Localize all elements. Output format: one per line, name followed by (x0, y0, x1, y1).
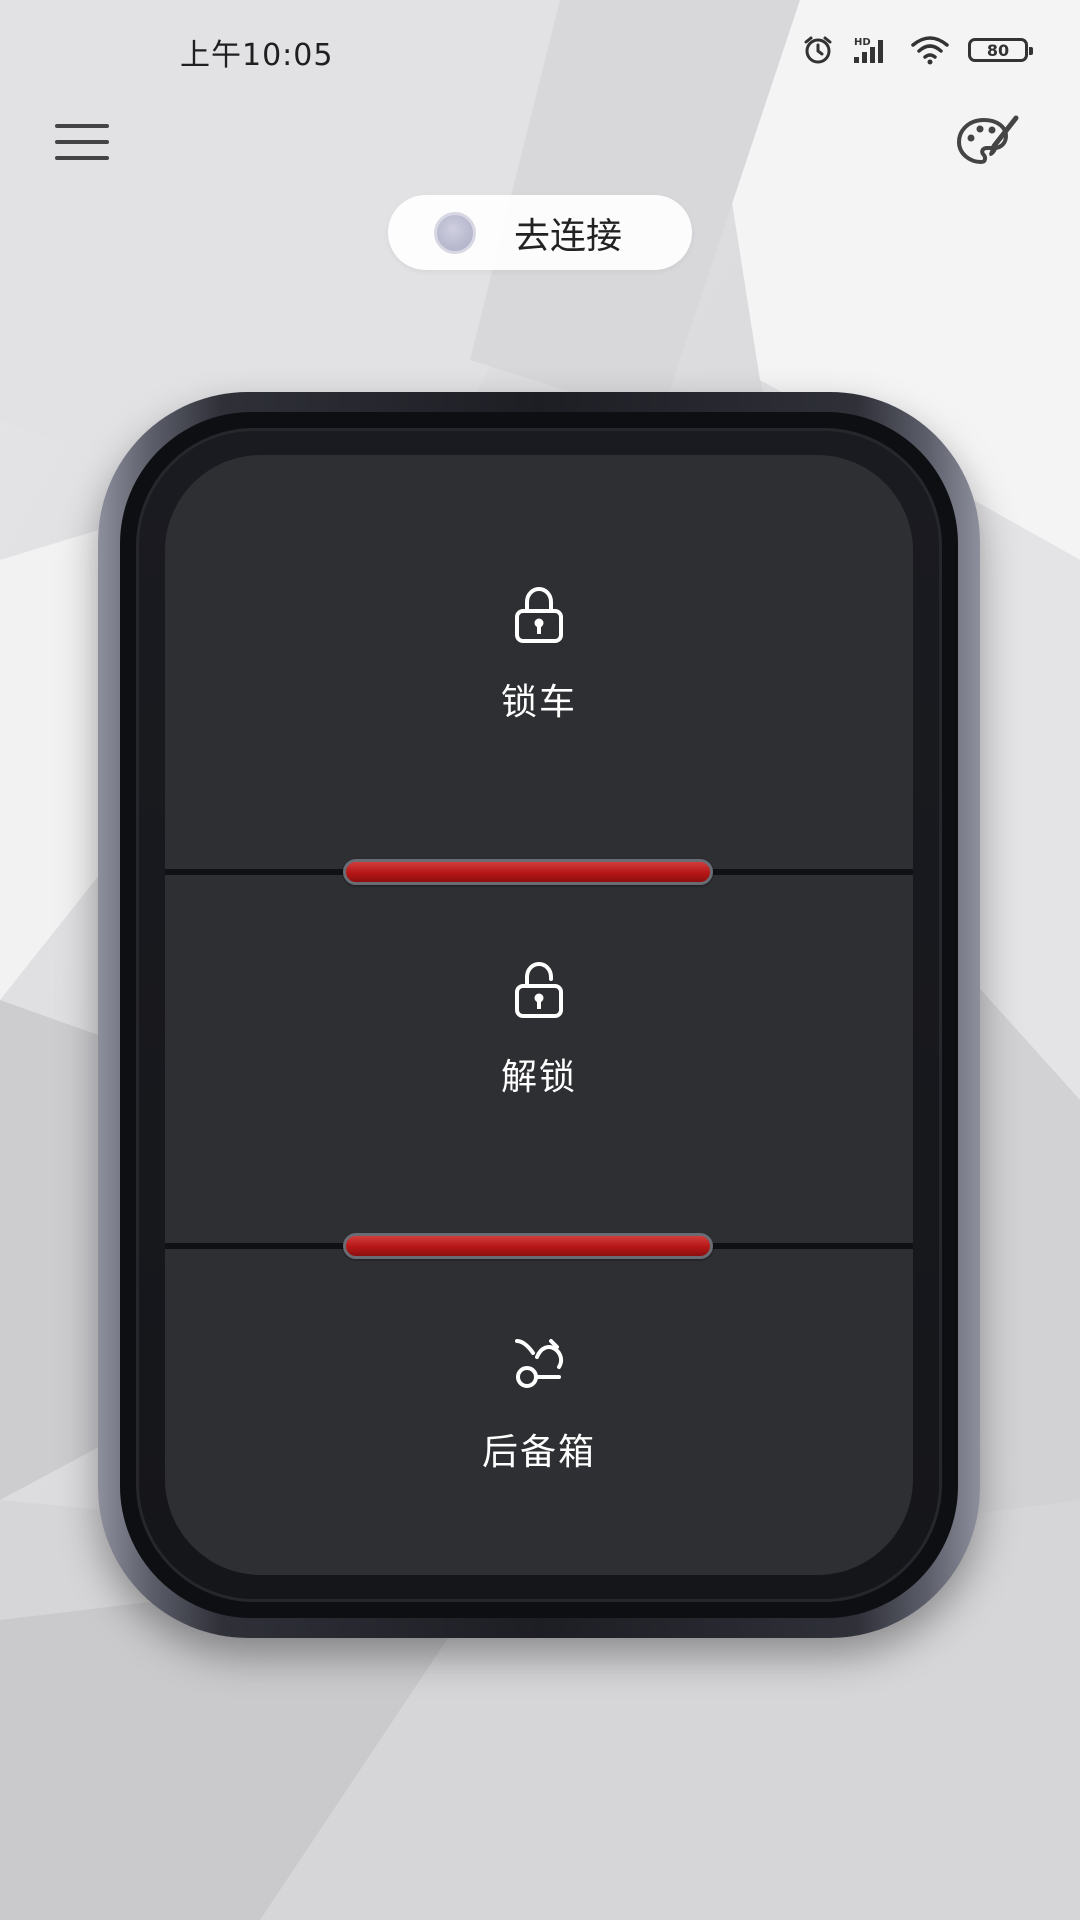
theme-button[interactable] (954, 112, 1020, 172)
connect-button[interactable]: 去连接 (388, 195, 692, 270)
lock-label: 锁车 (500, 682, 577, 723)
wifi-icon (911, 36, 949, 65)
lock-icon (515, 586, 563, 643)
hd-signal-icon: HD (854, 37, 883, 63)
menu-icon (55, 124, 109, 128)
trunk-button[interactable]: 后备箱 (165, 1335, 913, 1475)
svg-text:HD: HD (854, 37, 871, 48)
status-bar: 上午10:05 HD 80 (0, 0, 1080, 100)
status-time: 上午10:05 (180, 38, 334, 73)
battery-level: 80 (986, 40, 1010, 60)
connection-status-dot (434, 211, 476, 254)
lock-button[interactable]: 锁车 (165, 585, 913, 725)
menu-button[interactable] (55, 120, 109, 164)
status-icons: HD 80 (802, 34, 1033, 66)
battery-icon: 80 (968, 38, 1033, 62)
fob-bezel: 锁车 解锁 后备箱 (120, 412, 958, 1618)
fob-face: 锁车 解锁 后备箱 (165, 455, 913, 1575)
palette-icon (957, 115, 1019, 164)
trunk-label: 后备箱 (481, 1432, 596, 1473)
trunk-icon (515, 1339, 564, 1388)
unlock-label: 解锁 (500, 1057, 577, 1098)
indicator-bar (343, 1233, 713, 1259)
alarm-icon (804, 36, 832, 64)
indicator-bar (343, 859, 713, 885)
fob-inner-bezel: 锁车 解锁 后备箱 (136, 428, 942, 1602)
unlock-button[interactable]: 解锁 (165, 960, 913, 1100)
unlock-icon (515, 961, 563, 1018)
connect-label: 去连接 (514, 215, 623, 257)
key-fob: 锁车 解锁 后备箱 (98, 392, 980, 1638)
